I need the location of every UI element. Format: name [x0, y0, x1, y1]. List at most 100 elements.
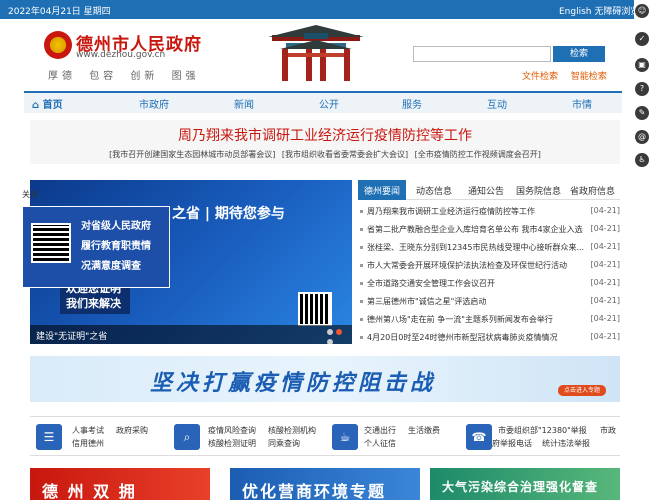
business-env-banner[interactable]: 优化营商环境专题 — [230, 468, 420, 501]
sub-headline-link[interactable]: [全市疫情防控工作视频调度会召开] — [415, 150, 541, 159]
nav-item-news[interactable]: 新闻 — [234, 96, 254, 111]
service-link[interactable]: 交通出行 — [364, 425, 396, 436]
home-icon: ⌂ — [32, 100, 40, 111]
slogan: 创新 — [130, 71, 159, 82]
slider-caption[interactable]: 建设"无证明"之省 — [30, 325, 352, 344]
search-links: 文件检索 智能检索 — [522, 69, 617, 82]
service-group: ⌕ 疫情风险查询 核酸检测机构 核酸检测证明 同乘查询 — [174, 421, 324, 453]
slogan: 厚德 — [48, 71, 76, 82]
service-link[interactable]: 信用德州 — [72, 438, 104, 449]
email-icon[interactable]: @ — [635, 130, 649, 144]
list-item[interactable]: 省第二批产教融合型企业入库培育名单公布 我市4家企业入选 [04-21] — [358, 224, 620, 242]
service-link[interactable]: 府举报电话 — [492, 438, 532, 449]
list-item[interactable]: 德州第八场"走在前 争一流"主题系列新闻发布会举行 [04-21] — [358, 314, 620, 332]
nav-item-open[interactable]: 公开 — [319, 96, 339, 111]
help-icon[interactable]: ? — [635, 82, 649, 96]
service-group: ☕ 交通出行 生活缴费 个人征信 — [332, 421, 462, 453]
check-icon[interactable]: ✓ — [635, 32, 649, 46]
lock-icon[interactable]: ▣ — [635, 58, 649, 72]
site-url: www.dezhou.gov.cn — [76, 50, 166, 60]
service-link[interactable]: 核酸检测证明 — [208, 438, 256, 449]
slogans: 厚德 包容 创新 图强 — [48, 67, 200, 82]
header: 德州市人民政府 www.dezhou.gov.cn 厚德 包容 创新 图强 检索… — [0, 19, 634, 89]
air-pollution-banner[interactable]: 大气污染综合治理强化督查 — [430, 468, 620, 500]
service-link[interactable]: 市政 — [600, 425, 616, 436]
service-link[interactable]: 生活缴费 — [408, 425, 440, 436]
tab-notices[interactable]: 通知公告 — [468, 184, 504, 197]
popup-close-button[interactable]: 关闭 — [22, 189, 38, 200]
nav-item-service[interactable]: 服务 — [402, 96, 422, 111]
list-item[interactable]: 第三届德州市"诚信之星"评选启动 [04-21] — [358, 296, 620, 314]
news-list: 周乃翔来我市调研工业经济运行疫情防控等工作 [04-21] 省第二批产教融合型企业… — [358, 206, 620, 350]
popup-line: 履行教育职责情 — [81, 241, 151, 252]
sub-headline-link[interactable]: [我市组织收看省委常委会扩大会议] — [282, 150, 408, 159]
search-button[interactable]: 检索 — [553, 46, 605, 62]
slogan: 图强 — [171, 71, 200, 82]
service-link[interactable]: 疫情风险查询 — [208, 425, 256, 436]
user-icon[interactable]: ☺ — [635, 4, 649, 18]
list-icon: ☰ — [36, 424, 62, 450]
qr-code-icon — [298, 292, 332, 326]
banner-text: 坚决打赢疫情防控阻击战 — [150, 370, 437, 396]
news-panel: 德州要闻 动态信息 通知公告 国务院信息 省政府信息 周乃翔来我市调研工业经济运… — [358, 180, 620, 346]
date-text: 2022年04月21日 星期四 — [8, 7, 111, 17]
popup-line: 对省级人民政府 — [81, 221, 151, 232]
list-item[interactable]: 4月20日0时至24时德州市新型冠状病毒肺炎疫情情况 [04-21] — [358, 332, 620, 350]
service-link[interactable]: 人事考试 — [72, 425, 104, 436]
bottom-banners: 德 州 双 拥 优化营商环境专题 大气污染综合治理强化督查 — [30, 468, 620, 501]
service-link[interactable]: 政府采购 — [116, 425, 148, 436]
news-tabs: 德州要闻 动态信息 通知公告 国务院信息 省政府信息 — [358, 180, 620, 200]
tab-dynamics[interactable]: 动态信息 — [416, 184, 452, 197]
sub-headline-link[interactable]: [我市召开创建国家生态园林城市动员部署会议] — [109, 150, 275, 159]
tab-dezhou-news[interactable]: 德州要闻 — [358, 180, 407, 200]
slider-headline: 之省 | 期待您参与 — [172, 206, 285, 222]
headline-box: 周乃翔来我市调研工业经济运行疫情防控等工作 [我市召开创建国家生态园林城市动员部… — [30, 120, 620, 164]
nav-item-interaction[interactable]: 互动 — [487, 96, 507, 111]
coffee-icon: ☕ — [332, 424, 358, 450]
service-group: ☰ 人事考试 政府采购 信用德州 — [36, 421, 166, 453]
nav-item-city[interactable]: 市情 — [572, 96, 592, 111]
file-search-link[interactable]: 文件检索 — [522, 72, 558, 82]
qr-code-icon — [31, 223, 71, 263]
service-link[interactable]: 同乘查询 — [268, 438, 300, 449]
nav-item-government[interactable]: 市政府 — [139, 96, 169, 111]
list-item[interactable]: 张桂梁、王晓东分别到12345市民热线受理中心接听群众来... [04-21] — [358, 242, 620, 260]
search-input[interactable] — [413, 46, 551, 62]
slider-dots — [327, 328, 352, 344]
english-link[interactable]: English — [559, 7, 592, 17]
headline-title[interactable]: 周乃翔来我市调研工业经济运行疫情防控等工作 — [30, 125, 620, 145]
archway-gate-image — [268, 25, 364, 81]
service-link[interactable]: 核酸检测机构 — [268, 425, 316, 436]
service-link[interactable]: 市委组织部"12380"举报 — [498, 425, 587, 436]
tab-state-council[interactable]: 国务院信息 — [516, 184, 561, 197]
slider-dot[interactable] — [336, 329, 342, 335]
double-support-banner[interactable]: 德 州 双 拥 — [30, 468, 210, 501]
accessibility-link[interactable]: 无障碍浏览 — [594, 7, 639, 17]
list-item[interactable]: 周乃翔来我市调研工业经济运行疫情防控等工作 [04-21] — [358, 206, 620, 224]
main-nav: ⌂ 首页 市政府 新闻 公开 服务 互动 市情 — [24, 91, 622, 113]
phone-icon: ☎ — [466, 424, 492, 450]
service-link[interactable]: 个人征信 — [364, 438, 396, 449]
list-item[interactable]: 全市道路交通安全管理工作会议召开 [04-21] — [358, 278, 620, 296]
nav-item-home[interactable]: ⌂ 首页 — [32, 96, 63, 111]
epidemic-banner[interactable]: 坚决打赢疫情防控阻击战 点击进入专题 — [30, 356, 620, 402]
slider-dot[interactable] — [327, 329, 333, 335]
top-bar: 2022年04月21日 星期四 English 无障碍浏览 — [0, 0, 650, 19]
popup-line: 况满意度调查 — [81, 261, 141, 272]
smart-search-link[interactable]: 智能检索 — [571, 72, 607, 82]
accessibility-icon[interactable]: ♿ — [635, 153, 649, 167]
edit-icon[interactable]: ✎ — [635, 106, 649, 120]
service-strip: ☰ 人事考试 政府采购 信用德州 ⌕ 疫情风险查询 核酸检测机构 核酸检测证明 … — [30, 416, 620, 456]
survey-popup[interactable]: 对省级人民政府 履行教育职责情 况满意度调查 — [22, 206, 170, 288]
list-item[interactable]: 市人大常委会开展环境保护法执法检查及环保世纪行活动 [04-21] — [358, 260, 620, 278]
side-toolbar: ☺ ✓ ▣ ? ✎ @ ♿ — [634, 0, 650, 170]
headline-subs: [我市召开创建国家生态园林城市动员部署会议] [我市组织收看省委常委会扩大会议]… — [30, 149, 620, 160]
national-emblem-icon — [44, 31, 72, 59]
service-group: ☎ 市委组织部"12380"举报 市政 府举报电话 统计违法举报 — [466, 421, 616, 453]
slogan: 包容 — [89, 71, 118, 82]
banner-enter-button[interactable]: 点击进入专题 — [558, 385, 606, 396]
service-link[interactable]: 统计违法举报 — [542, 438, 590, 449]
tab-province[interactable]: 省政府信息 — [570, 184, 615, 197]
top-links: English 无障碍浏览 — [559, 4, 639, 17]
slider-dot[interactable] — [327, 339, 333, 344]
